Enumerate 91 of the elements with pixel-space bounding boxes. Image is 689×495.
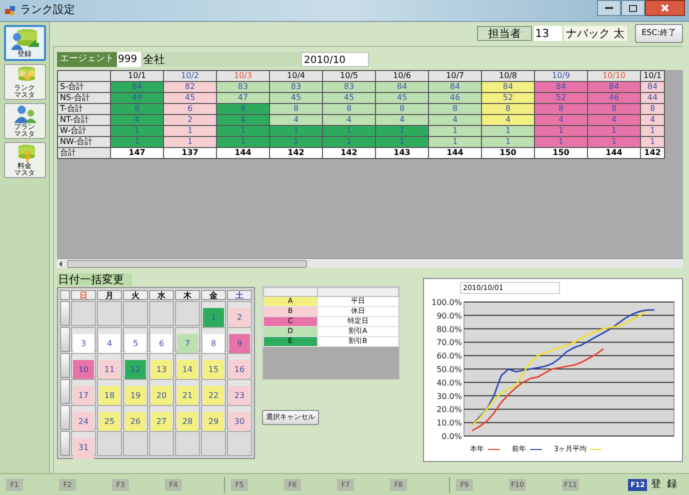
date-header: 10/2 — [164, 70, 216, 82]
calendar-day[interactable]: 4 — [99, 334, 120, 354]
weekday-header: 土 — [227, 290, 252, 300]
y-tick-label: 80.0% — [436, 324, 462, 334]
agent-label: エージェント — [57, 52, 117, 66]
y-tick-label: 40.0% — [436, 378, 462, 388]
calendar-day[interactable]: 13 — [151, 360, 172, 380]
calendar-day[interactable]: 3 — [73, 334, 94, 354]
app-icon — [4, 4, 16, 16]
weekday-header: 火 — [123, 290, 148, 300]
row-header: W-合計 — [58, 126, 110, 136]
calendar-day[interactable]: 8 — [203, 334, 224, 354]
staff-code-field[interactable]: 13 — [534, 26, 562, 40]
exit-button[interactable]: ESC:終了 — [634, 24, 683, 42]
week-select-button[interactable] — [60, 353, 70, 378]
calendar-day[interactable]: 28 — [177, 412, 198, 432]
row-header: S-合計 — [58, 82, 110, 92]
week-select-button[interactable] — [60, 379, 70, 404]
calendar-day[interactable]: 20 — [151, 386, 172, 406]
staff-name-field: ナバック 太 — [564, 26, 627, 40]
calendar-day[interactable]: 29 — [203, 412, 224, 432]
row-header: NS-合計 — [58, 92, 110, 104]
calendar-day[interactable]: 24 — [73, 412, 94, 432]
window-title: ランク設定 — [20, 2, 75, 18]
calendar-day[interactable]: 17 — [73, 386, 94, 406]
calendar-day[interactable]: 30 — [229, 412, 250, 432]
weekday-header: 日 — [71, 290, 96, 300]
week-select-button[interactable] — [60, 431, 70, 456]
date-header: 10/10 — [588, 70, 640, 82]
date-header: 10/1 — [110, 70, 164, 82]
calendar-day[interactable]: 2 — [229, 308, 250, 328]
date-header: 10/7 — [428, 70, 482, 82]
calendar-day[interactable]: 22 — [203, 386, 224, 406]
staff-label: 担当者 — [477, 26, 532, 40]
row-header: NW-合計 — [58, 136, 110, 148]
calendar-day[interactable]: 14 — [177, 360, 198, 380]
weekday-header: 金 — [201, 290, 226, 300]
date-header: 10/1 — [640, 70, 664, 82]
calendar-corner — [60, 290, 70, 300]
date-header: 10/8 — [482, 70, 534, 82]
date-header: 10/5 — [322, 70, 376, 82]
date-header: 10/3 — [216, 70, 270, 82]
y-tick-label: 50.0% — [436, 365, 462, 374]
week-select-button[interactable] — [60, 327, 70, 352]
week-select-button[interactable] — [60, 301, 70, 326]
calendar-day[interactable]: 18 — [99, 386, 120, 406]
agent-name: 全社 — [141, 52, 301, 66]
maximize-button[interactable] — [621, 0, 645, 16]
person-database-icon — [10, 27, 40, 51]
corner-cell — [58, 70, 110, 82]
calendar-day[interactable]: 5 — [125, 334, 146, 354]
week-select-button[interactable] — [60, 405, 70, 430]
calendar-day[interactable]: 15 — [203, 360, 224, 380]
y-tick-label: 90.0% — [436, 311, 462, 320]
row-header: NT-合計 — [58, 114, 110, 126]
calendar-day[interactable]: 23 — [229, 386, 250, 406]
calendar-day[interactable]: 31 — [73, 438, 94, 458]
scroll-thumb[interactable] — [67, 260, 307, 268]
calendar-day[interactable]: 27 — [151, 412, 172, 432]
minimize-button[interactable] — [597, 0, 621, 16]
row-header: T-合計 — [58, 104, 110, 114]
row-header: 合計 — [58, 148, 110, 158]
calendar-day[interactable]: 16 — [229, 360, 250, 380]
section-title: 日付一括変更 — [57, 273, 132, 286]
horizontal-scrollbar[interactable] — [57, 258, 683, 268]
date-header: 10/4 — [270, 70, 322, 82]
weekday-header: 水 — [149, 290, 174, 300]
calendar-day[interactable]: 21 — [177, 386, 198, 406]
calendar-day[interactable]: 25 — [99, 412, 120, 432]
y-tick-label: 100.0% — [431, 298, 462, 307]
y-tick-label: 10.0% — [436, 418, 462, 428]
calendar-day[interactable]: 7 — [177, 334, 198, 354]
y-tick-label: 30.0% — [436, 392, 462, 401]
y-tick-label: 60.0% — [436, 352, 462, 361]
calendar-day[interactable]: 19 — [125, 386, 146, 406]
calendar-day[interactable]: 6 — [151, 334, 172, 354]
weekday-header: 月 — [97, 290, 122, 300]
close-icon — [661, 4, 669, 12]
close-button[interactable] — [645, 0, 685, 16]
date-header: 10/9 — [534, 70, 588, 82]
function-key-label: 登録 — [651, 478, 683, 492]
calendar-day[interactable]: 26 — [125, 412, 146, 432]
scroll-left-icon — [57, 260, 65, 268]
y-tick-label: 0.0% — [442, 432, 462, 441]
date-header: 10/6 — [376, 70, 428, 82]
calendar-day[interactable]: 11 — [99, 360, 120, 380]
y-tick-label: 70.0% — [436, 338, 462, 348]
month-field[interactable]: 2010/10 — [301, 52, 369, 66]
y-tick-label: 20.0% — [436, 405, 462, 414]
agent-code-field[interactable]: 999 — [117, 52, 141, 66]
weekday-header: 木 — [175, 290, 200, 300]
